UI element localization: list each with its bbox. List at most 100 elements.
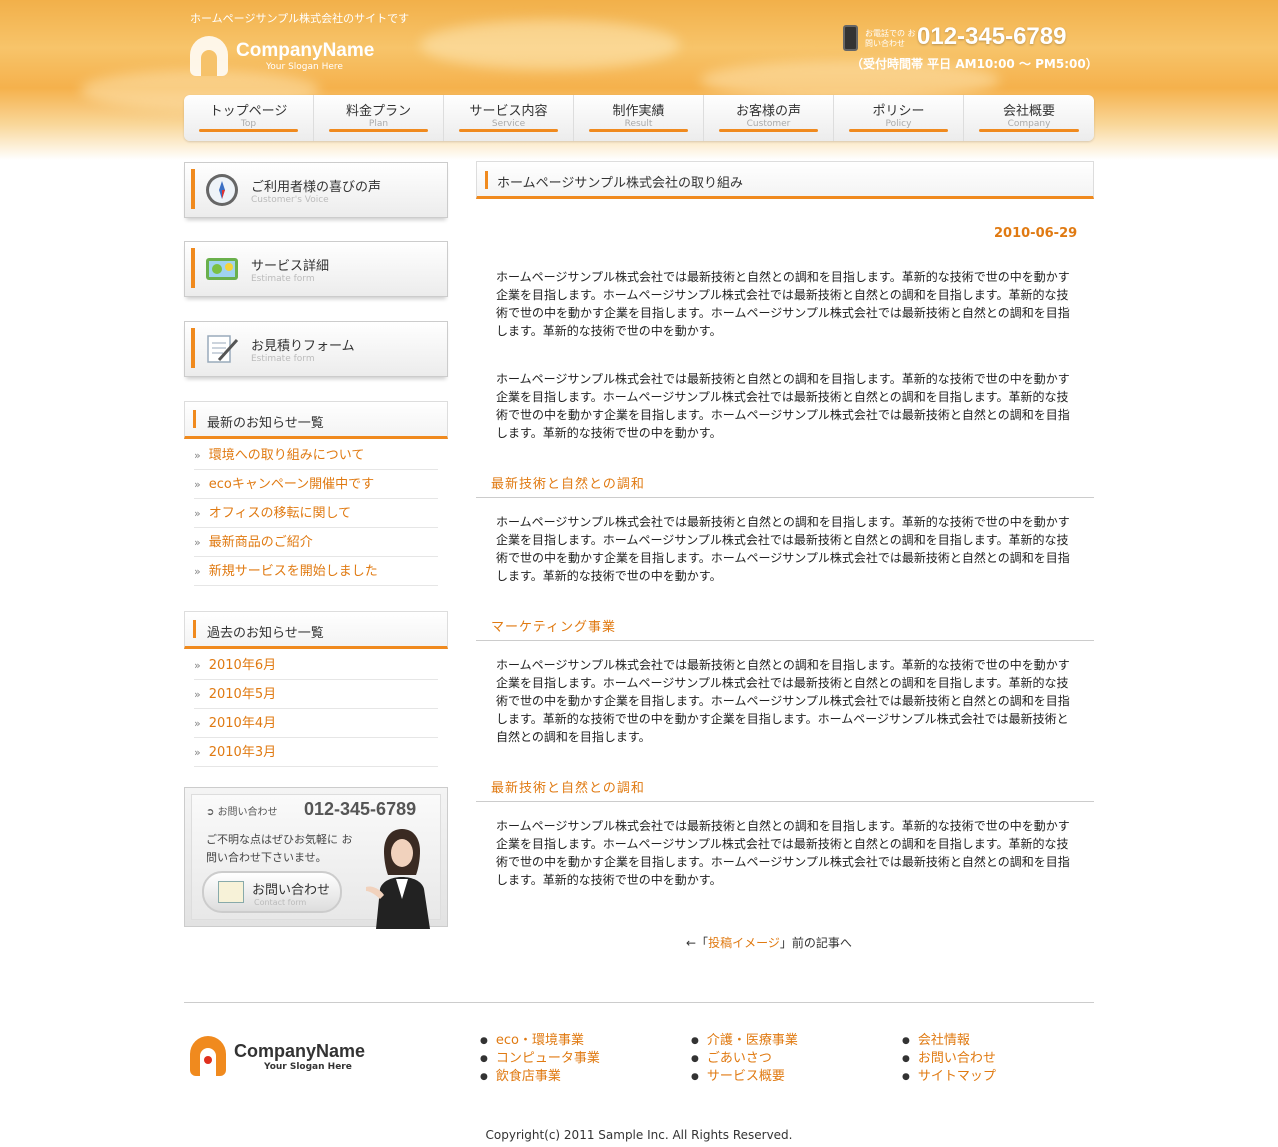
footer-link[interactable]: お問い合わせ [918, 1051, 996, 1066]
accent-bar [191, 248, 195, 288]
estimate-form-button[interactable]: お見積りフォーム Estimate form [184, 321, 448, 377]
list-item[interactable]: 環境への取り組みについて [194, 441, 438, 470]
accent-bar [485, 171, 488, 189]
contact-phone-number: 012-345-6789 [304, 799, 417, 819]
accent-bar [193, 620, 196, 638]
list-item[interactable]: 新規サービスを開始しました [194, 557, 438, 586]
nav-item-top[interactable]: トップページ Top [184, 95, 314, 141]
paragraph: ホームページサンプル株式会社では最新技術と自然との調和を目指します。革新的な技術… [496, 270, 1070, 338]
previous-post-link[interactable]: 投稿イメージ [708, 936, 780, 950]
compass-icon [206, 174, 238, 206]
cloud-decoration [420, 20, 680, 70]
nav-item-policy[interactable]: ポリシー Policy [834, 95, 964, 141]
list-item: お問い合わせ [902, 1050, 996, 1068]
company-logo[interactable]: CompanyName Your Slogan Here [190, 36, 374, 76]
logo-mark-icon [190, 36, 228, 76]
news-link[interactable]: 最新商品のご紹介 [209, 535, 313, 550]
nav-label: お客様の声 [735, 104, 801, 119]
nav-underline [459, 129, 558, 132]
paragraph: ホームページサンプル株式会社では最新技術と自然との調和を目指します。革新的な技術… [496, 819, 1070, 887]
news-link[interactable]: オフィスの移転に関して [209, 506, 351, 521]
list-item: サイトマップ [902, 1068, 996, 1086]
contact-label: ➲ お問い合わせ [206, 807, 278, 818]
archive-heading: 過去のお知らせ一覧 [184, 611, 448, 649]
archive-link[interactable]: 2010年6月 [209, 658, 276, 673]
header: ホームページサンプル株式会社のサイトです CompanyName Your Sl… [0, 0, 1278, 160]
nav-underline [329, 129, 428, 132]
list-item[interactable]: 2010年3月 [194, 738, 438, 767]
nav-item-customer[interactable]: お客様の声 Customer [704, 95, 834, 141]
heading-text: 最新のお知らせ一覧 [207, 416, 324, 431]
nav-label: 制作実績 [612, 104, 665, 119]
news-link[interactable]: 環境への取り組みについて [209, 448, 365, 463]
footer-link[interactable]: コンピュータ事業 [496, 1051, 600, 1066]
contact-label-text: お問い合わせ [217, 807, 278, 818]
list-item[interactable]: 2010年4月 [194, 709, 438, 738]
logo-company-name: CompanyName [236, 40, 375, 61]
news-link[interactable]: 新規サービスを開始しました [209, 564, 378, 579]
button-title: ご利用者様の喜びの声 [251, 180, 382, 195]
latest-news-list: 環境への取り組みについて ecoキャンペーン開催中です オフィスの移転に関して … [194, 441, 438, 586]
nav-item-result[interactable]: 制作実績 Result [574, 95, 704, 141]
latest-news-heading: 最新のお知らせ一覧 [184, 401, 448, 439]
form-pen-icon [207, 335, 239, 363]
footer-link[interactable]: サイトマップ [918, 1069, 996, 1084]
footer-slogan: Your Slogan Here [264, 1061, 352, 1072]
nav-item-service[interactable]: サービス内容 Service [444, 95, 574, 141]
accent-bar [191, 169, 195, 209]
mobile-phone-icon [843, 25, 858, 51]
button-title: サービス詳細 [251, 259, 330, 274]
prev-suffix: 」前の記事へ [779, 936, 852, 950]
nav-label: ポリシー [872, 104, 925, 119]
logo-mark-icon [190, 1036, 226, 1076]
footer-logo[interactable]: CompanyName Your Slogan Here [190, 1036, 365, 1076]
site-tagline: ホームページサンプル株式会社のサイトです [190, 12, 410, 25]
accent-bar [191, 328, 195, 368]
footer-link[interactable]: eco・環境事業 [496, 1033, 584, 1048]
prev-prefix: ←「 [686, 936, 709, 950]
list-item: eco・環境事業 [480, 1032, 600, 1050]
footer-link[interactable]: ごあいさつ [707, 1051, 772, 1066]
nav-label: 料金プラン [345, 104, 411, 119]
contact-form-button[interactable]: お問い合わせ Contact form [202, 871, 342, 913]
list-item: 会社情報 [902, 1032, 996, 1050]
phone-hours: （受付時間帯 平日 AM10:00 ～ PM5:00） [851, 57, 1098, 71]
customer-voice-button[interactable]: ご利用者様の喜びの声 Customer's Voice [184, 162, 448, 218]
phone-number: 012-345-6789 [917, 23, 1067, 50]
nav-underline [719, 129, 818, 132]
button-subtitle: Estimate form [251, 274, 315, 284]
nav-item-company[interactable]: 会社概要 Company [964, 95, 1094, 141]
nav-underline [589, 129, 688, 132]
paragraph: ホームページサンプル株式会社では最新技術と自然との調和を目指します。革新的な技術… [496, 658, 1070, 744]
paragraph: ホームページサンプル株式会社では最新技術と自然との調和を目指します。革新的な技術… [496, 515, 1070, 583]
footer-link[interactable]: 介護・医療事業 [707, 1033, 798, 1048]
nav-label: トップページ [209, 104, 288, 119]
service-detail-button[interactable]: サービス詳細 Estimate form [184, 241, 448, 297]
footer-link[interactable]: 飲食店事業 [496, 1069, 561, 1084]
list-item: ごあいさつ [691, 1050, 798, 1068]
news-link[interactable]: ecoキャンペーン開催中です [209, 477, 374, 492]
archive-link[interactable]: 2010年3月 [209, 745, 276, 760]
list-item: 介護・医療事業 [691, 1032, 798, 1050]
post-date: 2010-06-29 [994, 226, 1078, 241]
nav-item-plan[interactable]: 料金プラン Plan [314, 95, 444, 141]
list-item[interactable]: ecoキャンペーン開催中です [194, 470, 438, 499]
logo-slogan: Your Slogan Here [266, 62, 343, 72]
map-icon [206, 258, 238, 280]
list-item[interactable]: オフィスの移転に関して [194, 499, 438, 528]
list-item[interactable]: 2010年5月 [194, 680, 438, 709]
document-icon [218, 881, 244, 903]
heading-text: 過去のお知らせ一覧 [207, 626, 324, 641]
list-item: 飲食店事業 [480, 1068, 600, 1086]
page-title: ホームページサンプル株式会社の取り組み [497, 176, 743, 191]
footer-link[interactable]: サービス概要 [707, 1069, 785, 1084]
nav-underline [849, 129, 948, 132]
footer-links-col1: eco・環境事業 コンピュータ事業 飲食店事業 [480, 1032, 600, 1086]
list-item[interactable]: 2010年6月 [194, 651, 438, 680]
paragraph: ホームページサンプル株式会社では最新技術と自然との調和を目指します。革新的な技術… [496, 372, 1070, 440]
businesswoman-image [366, 829, 430, 929]
archive-link[interactable]: 2010年4月 [209, 716, 276, 731]
list-item[interactable]: 最新商品のご紹介 [194, 528, 438, 557]
archive-link[interactable]: 2010年5月 [209, 687, 276, 702]
footer-link[interactable]: 会社情報 [918, 1033, 970, 1048]
